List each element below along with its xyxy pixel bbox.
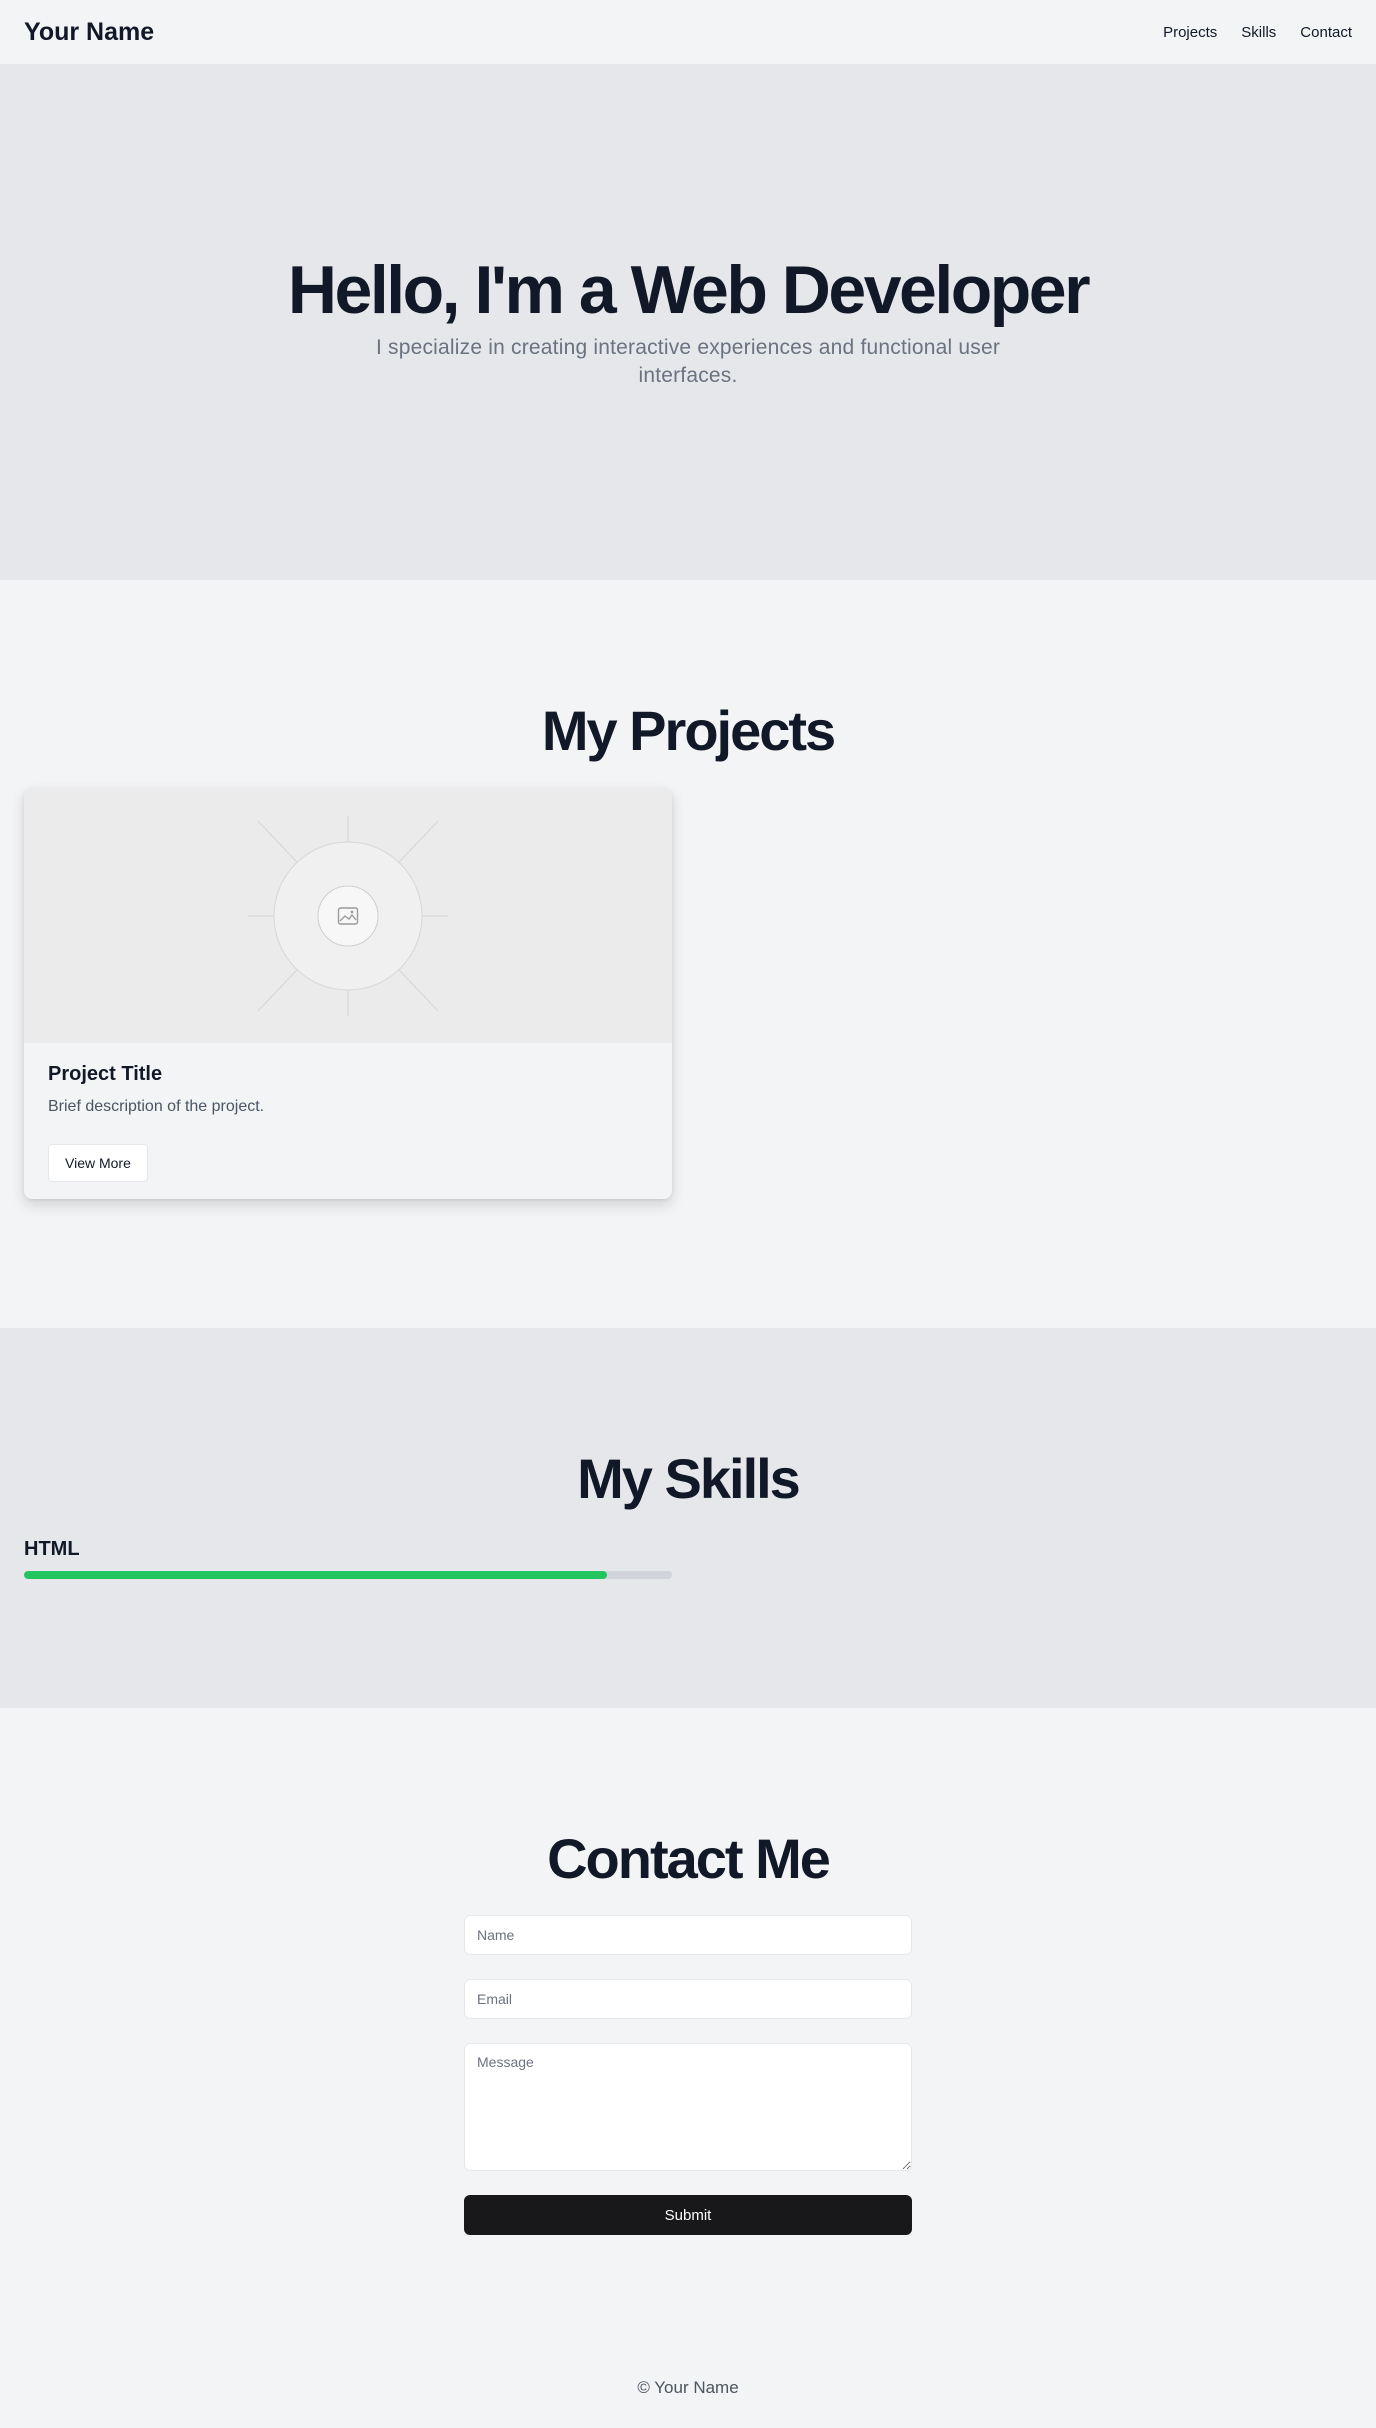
name-input[interactable]: [464, 1915, 912, 1955]
project-image: [24, 788, 672, 1043]
skill-progress-track: [24, 1571, 672, 1579]
project-description: Brief description of the project.: [48, 1098, 265, 1115]
hero-section: Hello, I'm a Web Developer I specialize …: [0, 64, 1376, 580]
skill-item: HTML: [24, 1538, 672, 1579]
projects-section: My Projects Project Title Brief descript…: [0, 580, 1376, 1328]
skill-name: HTML: [24, 1538, 80, 1560]
footer-copyright: © Your Name: [637, 2378, 739, 2397]
contact-section: Contact Me Submit: [0, 1708, 1376, 2348]
nav-link-projects[interactable]: Projects: [1163, 24, 1217, 41]
hero-title: Hello, I'm a Web Developer: [287, 252, 1091, 329]
project-card: Project Title Brief description of the p…: [24, 788, 672, 1199]
skills-title: My Skills: [577, 1447, 801, 1510]
contact-title: Contact Me: [547, 1827, 831, 1890]
message-textarea[interactable]: [464, 2043, 912, 2171]
skill-progress-fill: [24, 1571, 608, 1579]
projects-title: My Projects: [541, 699, 836, 762]
image-placeholder-icon: [337, 907, 359, 925]
main-nav: Projects Skills Contact: [1163, 24, 1352, 41]
project-title: Project Title: [48, 1063, 163, 1085]
hero-subtitle: I specialize in creating interactive exp…: [375, 336, 1001, 388]
site-footer: © Your Name: [0, 2348, 1376, 2428]
project-card-body: Project Title Brief description of the p…: [24, 1043, 672, 1199]
site-brand[interactable]: Your Name: [24, 18, 154, 47]
skills-section: My Skills HTML: [0, 1328, 1376, 1708]
email-input[interactable]: [464, 1979, 912, 2019]
nav-link-skills[interactable]: Skills: [1241, 24, 1276, 41]
view-more-button[interactable]: View More: [48, 1144, 148, 1182]
contact-form: Submit: [464, 1915, 912, 2235]
submit-button[interactable]: Submit: [464, 2195, 912, 2235]
nav-link-contact[interactable]: Contact: [1300, 24, 1352, 41]
site-header: Your Name Projects Skills Contact: [0, 0, 1376, 64]
